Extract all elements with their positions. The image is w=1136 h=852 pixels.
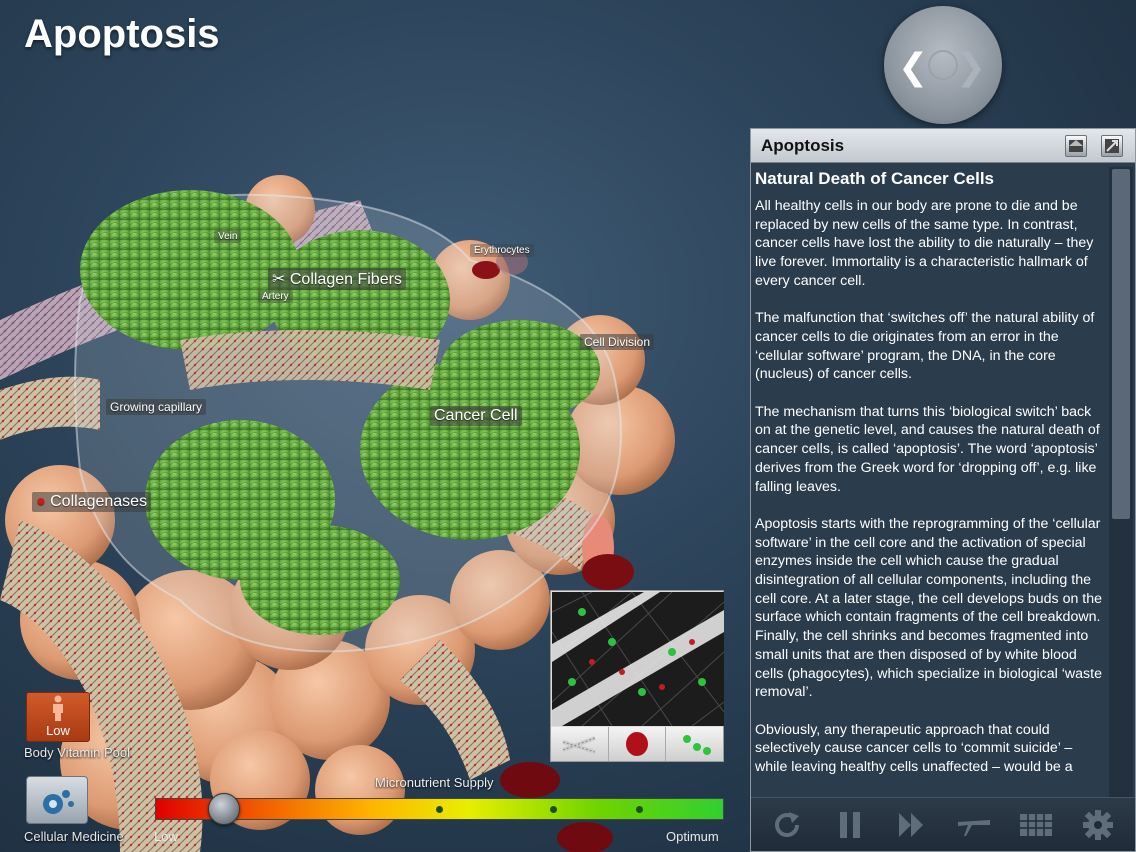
supply-slider-knob[interactable] bbox=[208, 793, 241, 825]
inset-microscope-view bbox=[552, 592, 724, 726]
forward-arrow-icon[interactable]: ❯ bbox=[956, 46, 986, 88]
label-collagenases-text: Collagenases bbox=[50, 493, 148, 510]
cellular-medicine-button[interactable] bbox=[26, 776, 88, 824]
label-cell-division[interactable]: Cell Division bbox=[580, 334, 655, 350]
playback-toolbar bbox=[751, 797, 1135, 851]
fast-forward-button[interactable] bbox=[890, 805, 934, 845]
micronutrient-supply-slider[interactable] bbox=[155, 793, 724, 825]
minimize-icon bbox=[1069, 140, 1083, 152]
label-erythrocytes[interactable]: Erythrocytes bbox=[470, 244, 534, 257]
inset-tab-bar bbox=[551, 727, 724, 761]
panel-title: Apoptosis bbox=[761, 135, 845, 155]
pause-button[interactable] bbox=[828, 805, 872, 845]
label-collagenases[interactable]: ● Collagenases bbox=[32, 492, 152, 512]
inset-tab-molecules[interactable] bbox=[666, 727, 724, 761]
cellular-medicine-caption: Cellular Medicine bbox=[24, 829, 124, 844]
human-figure-icon bbox=[53, 695, 63, 721]
article-heading: Natural Death of Cancer Cells bbox=[755, 169, 995, 188]
page-title: Apoptosis bbox=[24, 12, 220, 56]
supply-marker bbox=[636, 806, 643, 813]
article-paragraph: The mechanism that turns this ‘biologica… bbox=[755, 403, 1100, 495]
label-growing-capillary[interactable]: Growing capillary bbox=[106, 399, 207, 415]
body-vitamin-pool-caption: Body Vitamin Pool bbox=[24, 745, 130, 760]
info-panel: Apoptosis Natural Death of Cancer Cells … bbox=[750, 128, 1136, 852]
label-cancer-cell[interactable]: Cancer Cell bbox=[430, 406, 522, 426]
panel-text-content[interactable]: Natural Death of Cancer Cells All health… bbox=[752, 164, 1108, 798]
label-collagen-fibers-text: Collagen Fibers bbox=[289, 271, 402, 288]
navigation-dial[interactable]: ❮ ❯ bbox=[884, 6, 1002, 124]
article-paragraph: All healthy cells in our body are prone … bbox=[755, 198, 1094, 289]
panel-scrollbar[interactable] bbox=[1109, 167, 1133, 797]
micronutrient-supply-title: Micronutrient Supply bbox=[375, 775, 494, 790]
detail-inset[interactable] bbox=[550, 590, 724, 762]
expand-panel-button[interactable] bbox=[1101, 135, 1123, 157]
replay-button[interactable] bbox=[766, 805, 810, 845]
grid-icon bbox=[1020, 813, 1052, 836]
red-drop-icon: ● bbox=[36, 493, 46, 510]
supply-marker bbox=[436, 806, 443, 813]
supply-low-label: Low bbox=[154, 829, 178, 844]
pause-icon bbox=[840, 811, 860, 838]
article-paragraph: The malfunction that ‘switches off’ the … bbox=[755, 310, 1095, 383]
minimize-panel-button[interactable] bbox=[1065, 135, 1087, 157]
inset-tab-blood-cell[interactable] bbox=[608, 727, 667, 761]
expand-icon bbox=[1105, 139, 1119, 153]
cellular-medicine-icon bbox=[43, 790, 74, 814]
label-vein[interactable]: Vein bbox=[214, 230, 242, 243]
fast-forward-icon bbox=[899, 812, 923, 837]
back-arrow-icon[interactable]: ❮ bbox=[898, 46, 928, 88]
panel-scroll-thumb[interactable] bbox=[1112, 169, 1130, 519]
inset-tab-collagen[interactable] bbox=[551, 727, 609, 761]
red-blood-cell-icon bbox=[626, 732, 648, 756]
label-artery[interactable]: Artery bbox=[258, 290, 293, 303]
article-paragraph: Apoptosis starts with the reprogramming … bbox=[755, 515, 1103, 701]
supply-optimum-label: Optimum bbox=[666, 829, 719, 844]
pen-tool-icon bbox=[958, 819, 990, 836]
collagen-fiber-icon bbox=[562, 736, 597, 754]
body-level-label: Low bbox=[46, 723, 70, 738]
home-ring-icon[interactable] bbox=[928, 50, 958, 80]
label-collagen-fibers[interactable]: ✂ Collagen Fibers bbox=[268, 268, 406, 290]
gear-icon bbox=[1083, 809, 1113, 840]
collagen-fiber-icon: ✂ bbox=[272, 271, 286, 288]
grid-view-button[interactable] bbox=[1014, 805, 1058, 845]
replay-icon bbox=[775, 811, 799, 837]
draw-tool-button[interactable] bbox=[952, 805, 996, 845]
body-vitamin-pool-button[interactable]: Low bbox=[26, 692, 90, 742]
article-paragraph: Obviously, any therapeutic approach that… bbox=[755, 721, 1073, 776]
settings-button[interactable] bbox=[1076, 805, 1120, 845]
supply-marker bbox=[550, 806, 557, 813]
green-molecules-icon bbox=[682, 735, 711, 755]
panel-header: Apoptosis bbox=[751, 129, 1135, 163]
